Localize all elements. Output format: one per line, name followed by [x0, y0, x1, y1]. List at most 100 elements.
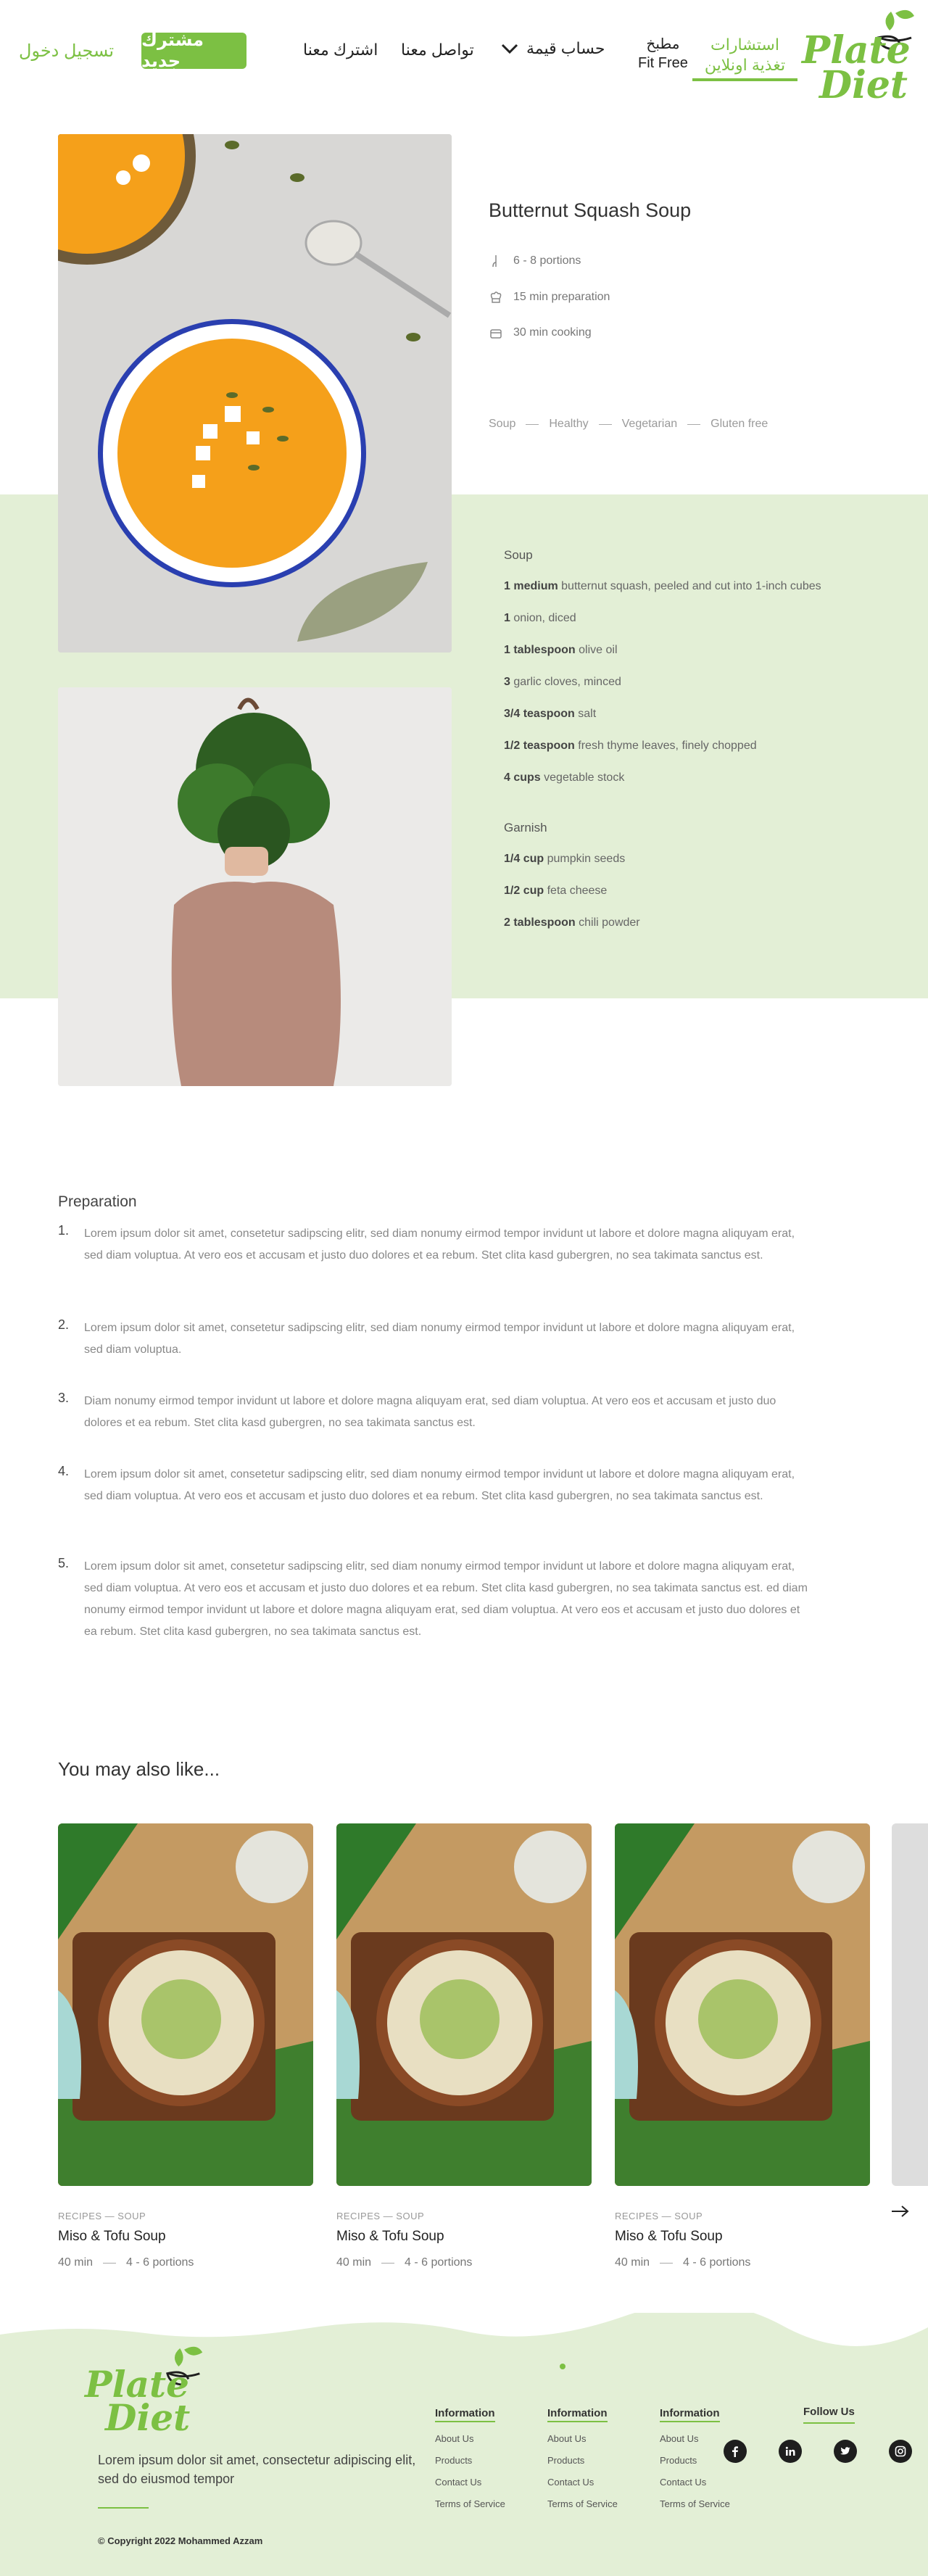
footer-column: Information About Us Products Contact Us… — [435, 2407, 505, 2509]
recipe-title: Butternut Squash Soup — [489, 199, 692, 221]
footer-link-products[interactable]: Products — [660, 2455, 730, 2466]
site-footer: Plate Diet Lorem ipsum dolor sit amet, c… — [0, 2313, 928, 2576]
tag-gluten-free[interactable]: Gluten free — [710, 418, 768, 431]
card-time: 40 min — [615, 2256, 650, 2269]
copyright: © Copyright 2022 Mohammed Azzam — [98, 2535, 263, 2546]
tag-healthy[interactable]: Healthy — [549, 418, 588, 431]
nav-kitchen[interactable]: مطبخ Fit Free — [638, 35, 688, 73]
nav-calculator[interactable]: حساب قيمة — [500, 39, 605, 58]
instagram-icon[interactable] — [889, 2440, 912, 2463]
meta-divider — [381, 2262, 395, 2264]
nav-consult-line1: استشارات — [710, 36, 779, 54]
card-title[interactable]: Miso & Tofu Soup — [615, 2229, 870, 2245]
prep-step: 3. Diam nonumy eirmod tempor invidunt ut… — [58, 1391, 812, 1434]
tag-soup[interactable]: Soup — [489, 418, 515, 431]
ingredient-line: 3 garlic cloves, minced — [504, 676, 621, 688]
twitter-icon[interactable] — [834, 2440, 857, 2463]
nav-contact[interactable]: تواصل معنا — [401, 41, 474, 59]
recipe-tags: Soup Healthy Vegetarian Gluten free — [489, 418, 768, 431]
footer-link-contact[interactable]: Contact Us — [660, 2477, 730, 2488]
ingredient-line: 4 cups vegetable stock — [504, 771, 625, 784]
recipe-card-peek[interactable] — [892, 1823, 928, 2186]
footer-link-terms[interactable]: Terms of Service — [435, 2498, 505, 2509]
footer-link-about[interactable]: About Us — [547, 2433, 618, 2444]
arrow-right-icon[interactable] — [890, 2204, 911, 2219]
card-time: 40 min — [58, 2256, 94, 2269]
card-category: RECIPES — SOUP — [336, 2211, 425, 2221]
card-category: RECIPES — SOUP — [58, 2211, 146, 2221]
footer-link-products[interactable]: Products — [435, 2455, 505, 2466]
tag-divider — [526, 423, 539, 425]
recipe-card-image[interactable] — [336, 1823, 592, 2186]
card-meta: 40 min 4 - 6 portions — [336, 2256, 592, 2269]
prep-step: 5. Lorem ipsum dolor sit amet, consetetu… — [58, 1556, 812, 1643]
card-portions: 4 - 6 portions — [405, 2256, 473, 2269]
card-portions: 4 - 6 portions — [126, 2256, 194, 2269]
chevron-down-icon — [501, 44, 518, 54]
facebook-icon[interactable] — [724, 2440, 747, 2463]
footer-link-contact[interactable]: Contact Us — [547, 2477, 618, 2488]
card-title[interactable]: Miso & Tofu Soup — [336, 2229, 592, 2245]
card-meta: 40 min 4 - 6 portions — [58, 2256, 313, 2269]
recipe-card[interactable]: RECIPES — SOUP Miso & Tofu Soup 40 min 4… — [615, 1823, 870, 2269]
card-category: RECIPES — SOUP — [615, 2211, 703, 2221]
footer-column: Information About Us Products Contact Us… — [547, 2407, 618, 2509]
prep-step: 4. Lorem ipsum dolor sit amet, consetetu… — [58, 1464, 812, 1507]
ingredient-line: 3/4 teaspoon salt — [504, 708, 597, 720]
nav-consultations[interactable]: استشارات تغذية اونلاين — [692, 35, 798, 81]
footer-link-products[interactable]: Products — [547, 2455, 618, 2466]
nav-consult-line2: تغذية اونلاين — [704, 56, 786, 74]
step-number: 2. — [58, 1317, 70, 1332]
footer-link-terms[interactable]: Terms of Service — [547, 2498, 618, 2509]
nav-subscribe[interactable]: اشترك معنا — [303, 41, 378, 59]
login-link[interactable]: تسجيل دخول — [19, 41, 114, 62]
linkedin-icon[interactable] — [779, 2440, 802, 2463]
logo-word-diet: Diet — [819, 63, 908, 107]
nav-kitchen-line2: Fit Free — [638, 55, 688, 71]
step-text: Lorem ipsum dolor sit amet, consetetur s… — [84, 1560, 808, 1638]
footer-link-contact[interactable]: Contact Us — [435, 2477, 505, 2488]
fork-icon — [492, 255, 497, 268]
ingredient-line: 1/2 teaspoon fresh thyme leaves, finely … — [504, 740, 757, 752]
tag-vegetarian[interactable]: Vegetarian — [622, 418, 678, 431]
ingredient-line: 1 onion, diced — [504, 612, 576, 624]
signup-button[interactable]: مشترك جديد — [141, 30, 246, 71]
meta-divider — [660, 2262, 674, 2264]
meta-portions-text: 6 - 8 portions — [513, 254, 581, 267]
card-portions: 4 - 6 portions — [683, 2256, 751, 2269]
meta-prep: 15 min preparation — [489, 290, 610, 305]
footer-column: Information About Us Products Contact Us… — [660, 2407, 730, 2509]
nav-kitchen-line1: مطبخ — [646, 36, 680, 52]
decorative-dot — [560, 2364, 566, 2369]
recipe-card-image[interactable] — [58, 1823, 313, 2186]
step-text: Lorem ipsum dolor sit amet, consetetur s… — [84, 1227, 795, 1262]
footer-column-title: Information — [547, 2407, 608, 2422]
ingredients-garnish-heading: Garnish — [504, 821, 547, 834]
footer-column-title: Information — [660, 2407, 720, 2422]
soup-photo — [58, 134, 452, 653]
meta-prep-text: 15 min preparation — [513, 291, 610, 303]
ingredient-line: 2 tablespoon chili powder — [504, 916, 640, 929]
footer-link-terms[interactable]: Terms of Service — [660, 2498, 730, 2509]
footer-link-about[interactable]: About Us — [435, 2433, 505, 2444]
footer-logo[interactable]: Plate Diet — [83, 2342, 214, 2443]
recipe-card[interactable]: RECIPES — SOUP Miso & Tofu Soup 40 min 4… — [58, 1823, 313, 2269]
card-time: 40 min — [336, 2256, 372, 2269]
recipe-card[interactable]: RECIPES — SOUP Miso & Tofu Soup 40 min 4… — [336, 1823, 592, 2269]
footer-link-about[interactable]: About Us — [660, 2433, 730, 2444]
card-title[interactable]: Miso & Tofu Soup — [58, 2229, 313, 2245]
ingredient-line: 1 tablespoon olive oil — [504, 644, 618, 656]
card-meta: 40 min 4 - 6 portions — [615, 2256, 870, 2269]
site-logo[interactable]: Plate Diet — [798, 6, 921, 107]
recipe-card-image[interactable] — [615, 1823, 870, 2186]
tag-divider — [598, 423, 612, 425]
also-like-heading: You may also like... — [58, 1758, 220, 1780]
step-number: 1. — [58, 1223, 70, 1238]
pot-icon — [490, 329, 502, 339]
active-nav-underline — [692, 78, 798, 81]
footer-column-title: Information — [435, 2407, 495, 2422]
follow-us-heading: Follow Us — [803, 2406, 855, 2424]
ingredient-line: 1 medium butternut squash, peeled and cu… — [504, 580, 821, 592]
ingredient-line: 1/4 cup pumpkin seeds — [504, 853, 626, 865]
preparation-heading: Preparation — [58, 1193, 137, 1210]
